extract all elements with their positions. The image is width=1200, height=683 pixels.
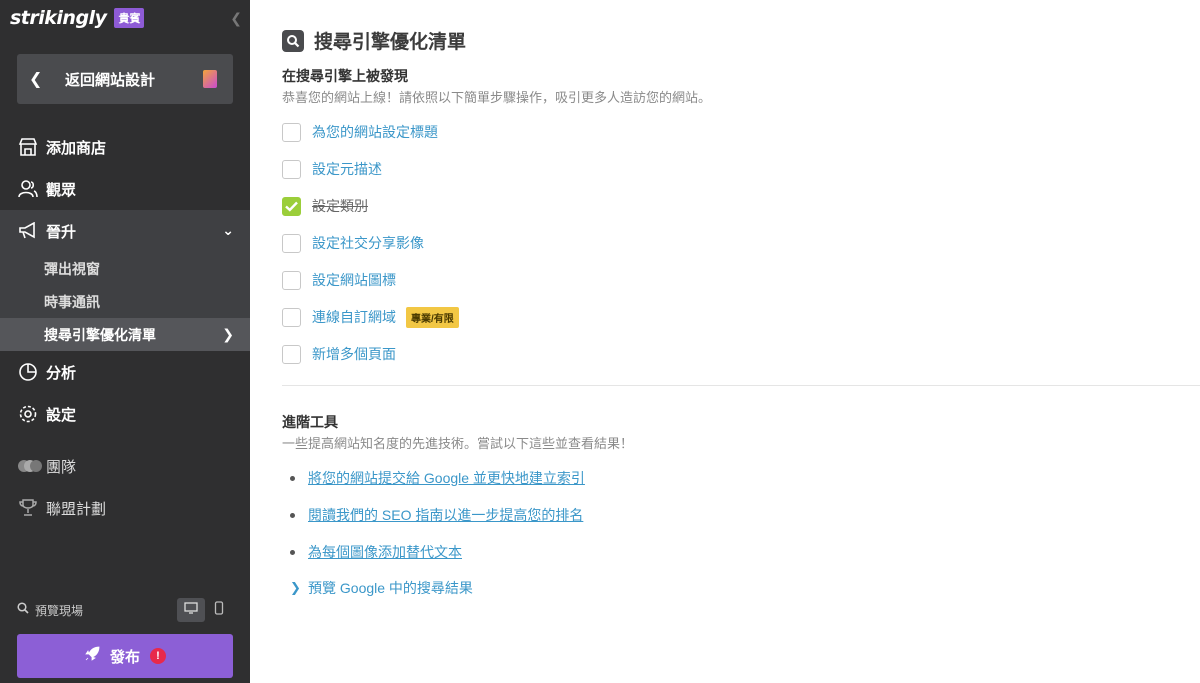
sidebar-item-settings[interactable]: 設定 [0, 393, 250, 435]
rocket-icon [84, 646, 100, 666]
sidebar-item-label: 添加商店 [46, 139, 107, 157]
store-icon [18, 136, 46, 158]
checklist-item-link[interactable]: 設定社交分享影像 [312, 233, 424, 253]
page-title-row: 搜尋引擎優化清單 [282, 27, 466, 54]
seo-search-icon [282, 29, 304, 52]
section-desc-advanced: 一些提高網站知名度的先進技術。嘗試以下這些並查看結果！ [282, 436, 634, 451]
sidebar-topbar: strikingly 貴賓 ❮ [0, 0, 250, 36]
publish-label: 發布 [109, 648, 140, 666]
seo-guide-link[interactable]: 閱讀我們的 SEO 指南以進一步提高您的排名 [308, 505, 583, 525]
sidebar-item-popups[interactable]: 彈出視窗 [0, 252, 250, 285]
alert-icon: ! [150, 648, 166, 664]
plan-badge: 貴賓 [114, 8, 145, 28]
sidebar-item-newsletter[interactable]: 時事通訊 [0, 285, 250, 318]
page-icon [203, 70, 217, 88]
google-preview-toggle[interactable]: ❯ 預覽 Google 中的搜尋結果 [290, 578, 473, 598]
submit-to-google-link[interactable]: 將您的網站提交給 Google 並更快地建立索引 [308, 468, 585, 488]
sidebar-item-label: 聯盟計劃 [46, 500, 107, 518]
checkmark-icon [285, 201, 298, 212]
mobile-view-button[interactable] [205, 598, 233, 622]
checkbox[interactable] [282, 270, 301, 290]
team-avatars-icon [18, 455, 46, 477]
sidebar-item-label: 分析 [46, 364, 77, 382]
list-item: 閱讀我們的 SEO 指南以進一步提高您的排名 [290, 505, 583, 525]
checklist-item-link[interactable]: 設定網站圖標 [312, 270, 396, 290]
sidebar-item-seo-checklist[interactable]: 搜尋引擎優化清單 ❯ [0, 318, 250, 351]
chevron-right-icon: ❯ [222, 326, 234, 342]
checkbox[interactable] [282, 344, 301, 364]
desktop-icon [184, 601, 198, 619]
checklist-item[interactable]: 新增多個頁面 [282, 344, 396, 364]
back-button-label: 返回網站設計 [65, 71, 156, 89]
sidebar-item-audience[interactable]: 觀眾 [0, 168, 250, 210]
checkbox[interactable] [282, 307, 301, 327]
section-heading-advanced: 進階工具 [282, 414, 338, 430]
section-desc-discover: 恭喜您的網站上線！請依照以下簡單步驟操作，吸引更多人造訪您的網站。 [282, 90, 712, 105]
page-title: 搜尋引擎優化清單 [314, 32, 467, 53]
checklist-item-link[interactable]: 設定類別 [312, 196, 368, 216]
promote-submenu: 彈出視窗 時事通訊 搜尋引擎優化清單 ❯ [0, 252, 250, 351]
checkbox[interactable] [282, 122, 301, 142]
device-toggle [177, 598, 233, 622]
checklist-item[interactable]: 設定元描述 [282, 159, 382, 179]
back-to-site-editor-button[interactable]: ❮ 返回網站設計 [17, 54, 233, 104]
checklist-item[interactable]: 設定網站圖標 [282, 270, 396, 290]
sidebar-item-label: 團隊 [46, 458, 77, 476]
google-preview-label: 預覽 Google 中的搜尋結果 [308, 580, 473, 596]
checklist-item-link[interactable]: 連線自訂網域 [312, 307, 396, 327]
sidebar: strikingly 貴賓 ❮ ❮ 返回網站設計 添加商店 觀眾 晉升 ⌄ 彈出… [0, 0, 250, 683]
chevron-right-icon: ❯ [290, 580, 301, 595]
checklist-item-link[interactable]: 設定元描述 [312, 159, 382, 179]
list-item: 為每個圖像添加替代文本 [290, 542, 462, 562]
sidebar-item-label: 設定 [46, 406, 77, 424]
search-icon [17, 601, 29, 619]
section-divider [282, 385, 1200, 386]
checklist-item[interactable]: 為您的網站設定標題 [282, 122, 438, 142]
sidebar-item-add-store[interactable]: 添加商店 [0, 126, 250, 168]
bullet [290, 549, 295, 555]
megaphone-icon [18, 220, 46, 242]
desktop-view-button[interactable] [177, 598, 205, 622]
mobile-icon [214, 600, 224, 620]
chevron-left-icon: ❮ [29, 71, 43, 88]
sidebar-item-label: 晉升 [46, 223, 77, 241]
checklist-item[interactable]: 設定類別 [282, 196, 368, 216]
checklist-item-link[interactable]: 為您的網站設定標題 [312, 122, 438, 142]
checkbox-checked[interactable] [282, 196, 301, 216]
checkbox[interactable] [282, 233, 301, 253]
sidebar-item-promote[interactable]: 晉升 ⌄ [0, 210, 250, 252]
gear-icon [18, 403, 46, 425]
chevron-down-icon: ⌄ [222, 222, 234, 238]
preview-live-label: 預覽現場 [35, 603, 84, 618]
trophy-icon [18, 497, 46, 519]
sidebar-item-team[interactable]: 團隊 [0, 445, 250, 487]
sidebar-nav: 添加商店 觀眾 晉升 ⌄ 彈出視窗 時事通訊 搜尋引擎優化清單 ❯ 分析 設定 … [0, 126, 250, 529]
collapse-sidebar-icon[interactable]: ❮ [230, 10, 242, 27]
list-item: 將您的網站提交給 Google 並更快地建立索引 [290, 468, 585, 488]
sidebar-item-label: 搜尋引擎優化清單 [44, 326, 156, 343]
publish-button[interactable]: 發布 ! [17, 634, 233, 678]
section-heading-discover: 在搜尋引擎上被發現 [282, 68, 408, 84]
sidebar-item-label: 觀眾 [46, 181, 77, 199]
checkbox[interactable] [282, 159, 301, 179]
checklist-item-link[interactable]: 新增多個頁面 [312, 344, 396, 364]
strikingly-logo[interactable]: strikingly [10, 7, 107, 29]
preview-live-row[interactable]: 預覽現場 [17, 598, 233, 622]
sidebar-item-analytics[interactable]: 分析 [0, 351, 250, 393]
sidebar-item-affiliate[interactable]: 聯盟計劃 [0, 487, 250, 529]
checklist-item[interactable]: 設定社交分享影像 [282, 233, 424, 253]
users-icon [18, 178, 46, 200]
bullet [290, 512, 295, 518]
checklist-item[interactable]: 連線自訂網域 專業/有限 [282, 306, 459, 328]
pro-plan-badge: 專業/有限 [406, 306, 459, 328]
pie-chart-icon [18, 361, 46, 383]
bullet [290, 475, 295, 481]
alt-text-link[interactable]: 為每個圖像添加替代文本 [308, 542, 462, 562]
